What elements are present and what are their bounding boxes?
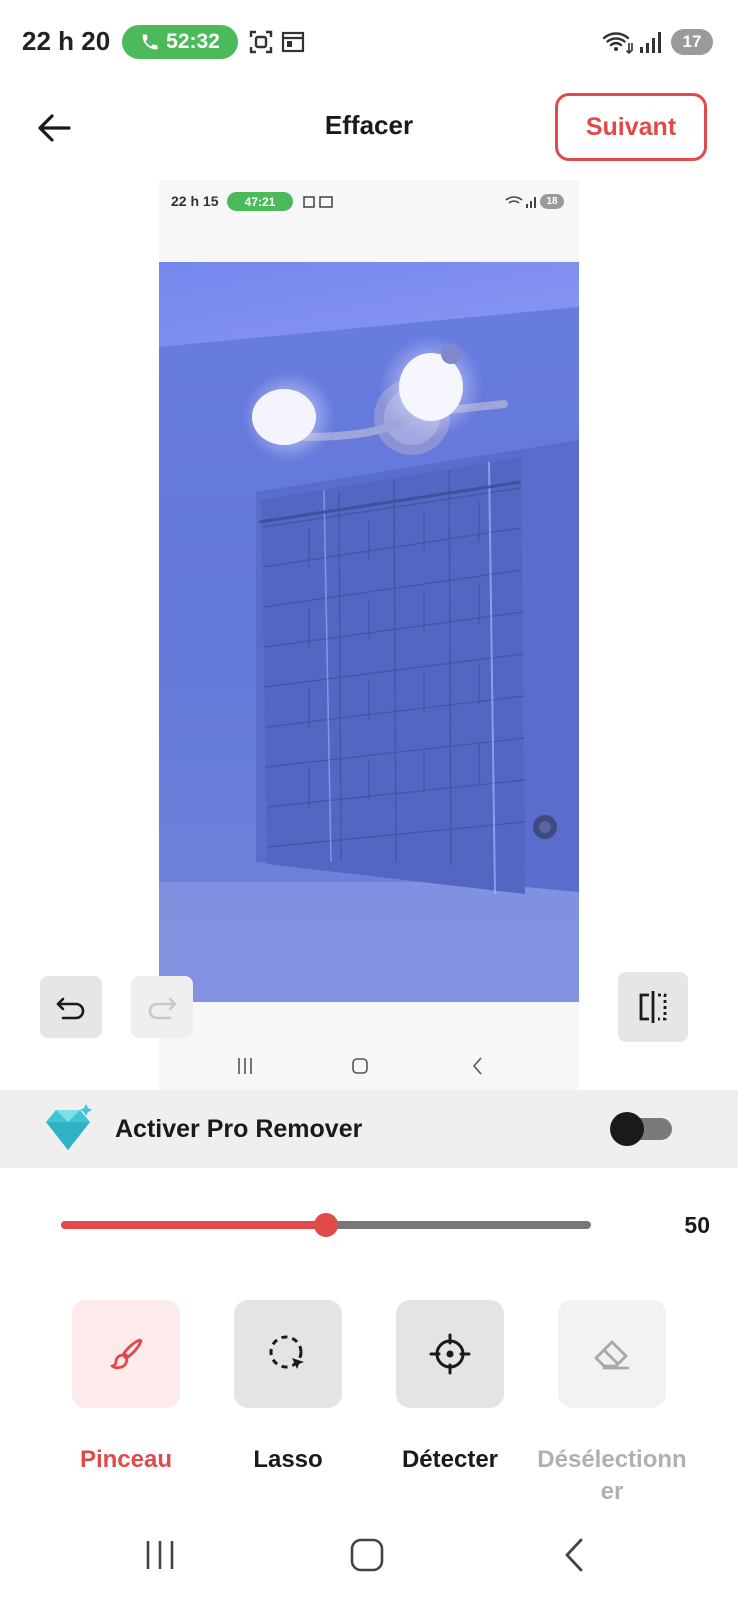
tool-brush-label: Pinceau (79, 1446, 173, 1473)
call-timer: 52:32 (166, 30, 220, 53)
image-preview[interactable]: 22 h 15 47:21 18 (159, 180, 579, 1090)
target-icon (429, 1333, 471, 1375)
preview-call-timer: 47:21 (244, 194, 276, 209)
preview-signal-icons (505, 196, 536, 208)
brush-size-slider[interactable] (61, 1210, 591, 1240)
recent-apps-icon (146, 1541, 174, 1569)
brush-icon (110, 1338, 143, 1370)
tool-detect-box (396, 1300, 504, 1408)
battery-indicator: 17 (671, 29, 713, 55)
compare-icon (639, 991, 667, 1023)
preview-battery: 18 (540, 194, 564, 209)
tool-deselect-label: Désélectionner (537, 1446, 687, 1505)
pro-remover-bar: Activer Pro Remover (0, 1090, 738, 1168)
call-indicator[interactable]: 52:32 (122, 25, 238, 59)
preview-status-time: 22 h 15 (171, 193, 219, 209)
pro-remover-label: Activer Pro Remover (115, 1115, 363, 1143)
system-nav-bar (0, 1520, 738, 1590)
tool-deselect-box (558, 1300, 666, 1408)
diamond-icon (46, 1104, 92, 1150)
tool-brush[interactable]: Pinceau (46, 1300, 206, 1476)
tool-deselect[interactable]: Désélectionner (532, 1300, 692, 1508)
recent-apps-button[interactable] (130, 1530, 190, 1580)
phone-icon (142, 34, 158, 50)
bathroom-photo (159, 262, 579, 1002)
tool-lasso-box (234, 1300, 342, 1408)
redo-button[interactable] (131, 976, 193, 1038)
redo-icon (148, 997, 177, 1020)
compare-button[interactable] (618, 972, 688, 1042)
slider-fill (61, 1221, 326, 1229)
preview-status-icons (303, 196, 333, 208)
preview-status-bar: 22 h 15 47:21 18 (171, 190, 567, 214)
preview-call-indicator: 47:21 (227, 192, 293, 211)
toggle-knob (610, 1112, 644, 1146)
screenshot-icon (249, 30, 273, 54)
brush-size-value: 50 (684, 1212, 710, 1238)
next-button[interactable]: Suivant (555, 93, 707, 161)
status-bar: 22 h 20 52:32 17 (0, 0, 738, 84)
tool-detect-label: Détecter (401, 1446, 499, 1473)
top-bar: Effacer Suivant (0, 84, 738, 170)
back-nav-button[interactable] (544, 1530, 604, 1580)
home-button[interactable] (337, 1530, 397, 1580)
tool-detect[interactable]: Détecter (370, 1300, 530, 1476)
status-time: 22 h 20 (22, 26, 111, 56)
tool-lasso-label: Lasso (253, 1446, 323, 1473)
slider-thumb[interactable] (314, 1213, 338, 1237)
tool-lasso[interactable]: Lasso (208, 1300, 368, 1476)
undo-icon (56, 997, 85, 1020)
undo-button[interactable] (40, 976, 102, 1038)
pro-remover-toggle[interactable] (610, 1112, 674, 1146)
calendar-icon (281, 31, 305, 53)
wifi-icon (602, 32, 633, 55)
eraser-icon (594, 1340, 630, 1370)
preview-nav-bar (159, 1050, 579, 1080)
lasso-icon (269, 1335, 304, 1369)
preview-nav-icons (238, 1057, 482, 1075)
photo-canvas[interactable] (159, 262, 579, 1002)
chevron-left-icon (565, 1538, 583, 1572)
tool-brush-box (72, 1300, 180, 1408)
home-icon (350, 1538, 384, 1572)
signal-icon (640, 32, 661, 53)
